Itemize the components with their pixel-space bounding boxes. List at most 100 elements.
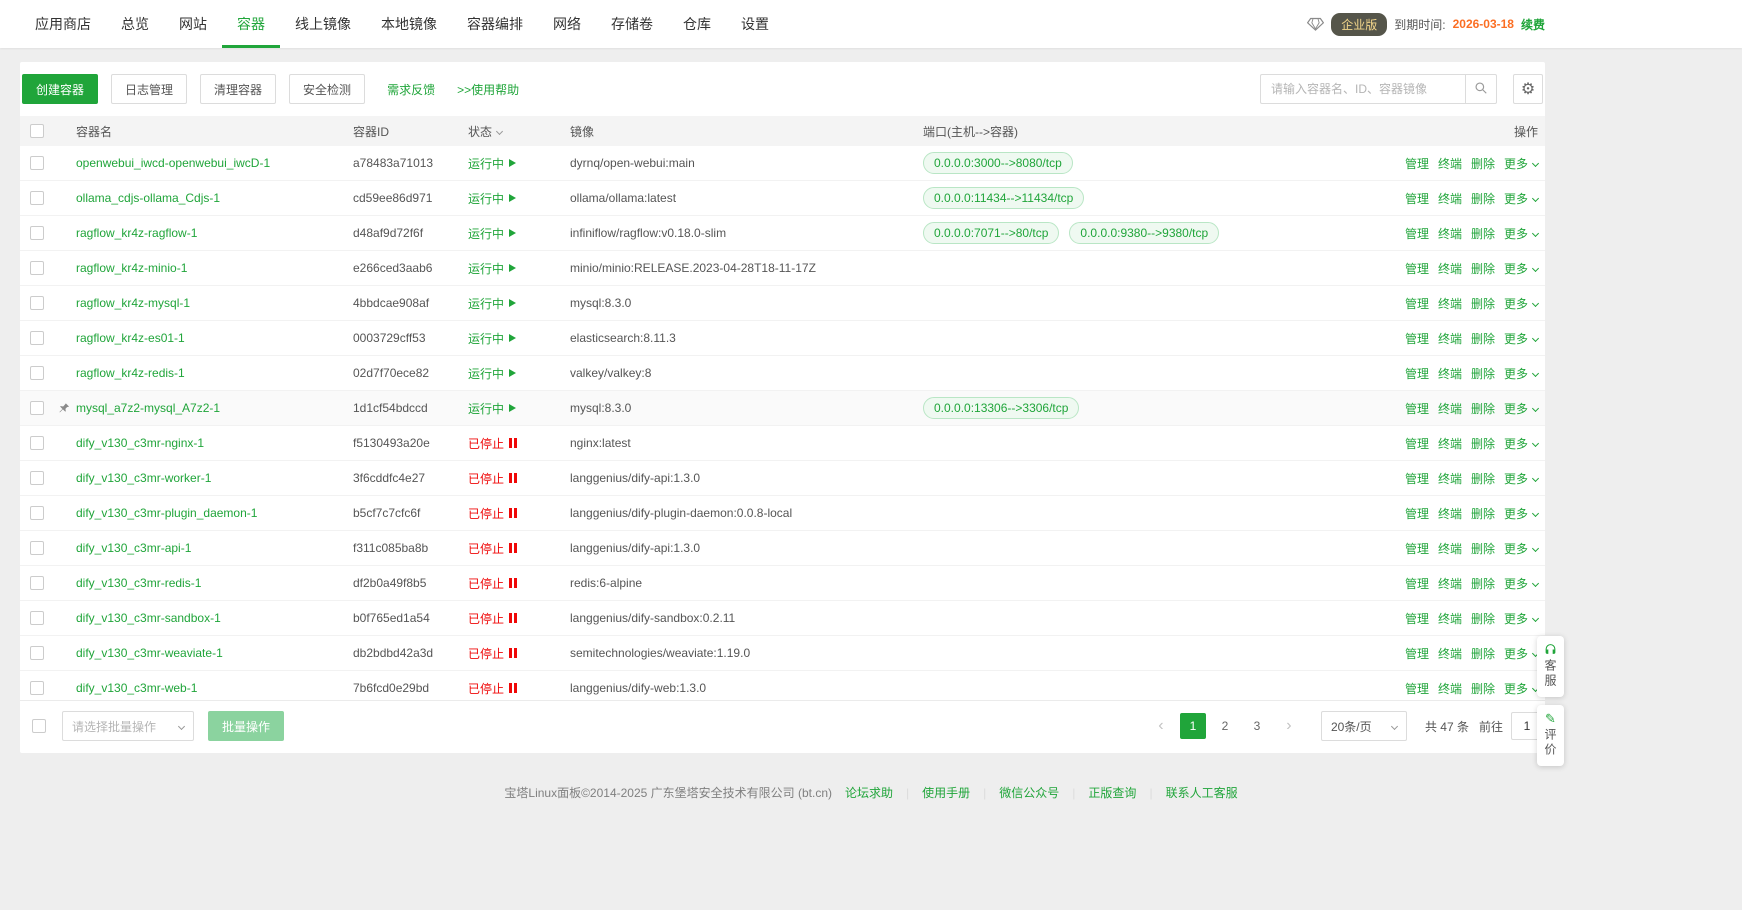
- more-action-link[interactable]: 更多: [1504, 227, 1538, 241]
- more-action-link[interactable]: 更多: [1504, 297, 1538, 311]
- status-badge[interactable]: 已停止: [468, 435, 517, 452]
- log-manage-button[interactable]: 日志管理: [111, 74, 187, 104]
- container-name-link[interactable]: ragflow_kr4z-ragflow-1: [76, 226, 197, 240]
- terminal-action-link[interactable]: 终端: [1438, 507, 1462, 521]
- status-badge[interactable]: 运行中: [468, 190, 516, 207]
- feedback-link[interactable]: 需求反馈: [387, 81, 435, 98]
- manage-action-link[interactable]: 管理: [1405, 332, 1429, 346]
- delete-action-link[interactable]: 删除: [1471, 367, 1495, 381]
- manage-action-link[interactable]: 管理: [1405, 647, 1429, 661]
- status-badge[interactable]: 已停止: [468, 575, 517, 592]
- status-badge[interactable]: 已停止: [468, 505, 517, 522]
- delete-action-link[interactable]: 删除: [1471, 227, 1495, 241]
- more-action-link[interactable]: 更多: [1504, 647, 1538, 661]
- nav-tab[interactable]: 线上镜像: [280, 0, 366, 48]
- delete-action-link[interactable]: 删除: [1471, 542, 1495, 556]
- next-page-button[interactable]: ›: [1276, 713, 1302, 739]
- more-action-link[interactable]: 更多: [1504, 437, 1538, 451]
- manage-action-link[interactable]: 管理: [1405, 437, 1429, 451]
- container-name-link[interactable]: ragflow_kr4z-minio-1: [76, 261, 187, 275]
- terminal-action-link[interactable]: 终端: [1438, 612, 1462, 626]
- more-action-link[interactable]: 更多: [1504, 192, 1538, 206]
- delete-action-link[interactable]: 删除: [1471, 192, 1495, 206]
- container-name-link[interactable]: dify_v130_c3mr-worker-1: [76, 471, 211, 485]
- page-button[interactable]: 1: [1180, 713, 1206, 739]
- status-badge[interactable]: 运行中: [468, 400, 516, 417]
- nav-tab[interactable]: 容器编排: [452, 0, 538, 48]
- help-link[interactable]: >>使用帮助: [457, 81, 519, 98]
- nav-tab[interactable]: 网络: [538, 0, 596, 48]
- nav-tab[interactable]: 本地镜像: [366, 0, 452, 48]
- row-checkbox[interactable]: [30, 681, 44, 695]
- nav-tab[interactable]: 网站: [164, 0, 222, 48]
- manage-action-link[interactable]: 管理: [1405, 192, 1429, 206]
- more-action-link[interactable]: 更多: [1504, 507, 1538, 521]
- customer-service-button[interactable]: 客服: [1537, 636, 1564, 697]
- manage-action-link[interactable]: 管理: [1405, 472, 1429, 486]
- delete-action-link[interactable]: 删除: [1471, 612, 1495, 626]
- terminal-action-link[interactable]: 终端: [1438, 402, 1462, 416]
- more-action-link[interactable]: 更多: [1504, 682, 1538, 696]
- row-checkbox[interactable]: [30, 506, 44, 520]
- manage-action-link[interactable]: 管理: [1405, 612, 1429, 626]
- status-badge[interactable]: 已停止: [468, 610, 517, 627]
- status-badge[interactable]: 已停止: [468, 470, 517, 487]
- footer-link[interactable]: 论坛求助: [845, 784, 893, 801]
- nav-tab[interactable]: 存储卷: [596, 0, 668, 48]
- clean-container-button[interactable]: 清理容器: [200, 74, 276, 104]
- nav-tab[interactable]: 容器: [222, 0, 280, 48]
- delete-action-link[interactable]: 删除: [1471, 437, 1495, 451]
- table-settings-button[interactable]: ⚙: [1513, 74, 1543, 104]
- page-button[interactable]: 2: [1212, 713, 1238, 739]
- container-name-link[interactable]: dify_v130_c3mr-plugin_daemon-1: [76, 506, 257, 520]
- nav-tab[interactable]: 设置: [726, 0, 784, 48]
- delete-action-link[interactable]: 删除: [1471, 157, 1495, 171]
- terminal-action-link[interactable]: 终端: [1438, 192, 1462, 206]
- terminal-action-link[interactable]: 终端: [1438, 682, 1462, 696]
- terminal-action-link[interactable]: 终端: [1438, 227, 1462, 241]
- page-button[interactable]: 3: [1244, 713, 1270, 739]
- more-action-link[interactable]: 更多: [1504, 262, 1538, 276]
- batch-action-button[interactable]: 批量操作: [208, 711, 284, 741]
- manage-action-link[interactable]: 管理: [1405, 402, 1429, 416]
- delete-action-link[interactable]: 删除: [1471, 297, 1495, 311]
- status-badge[interactable]: 运行中: [468, 365, 516, 382]
- batch-action-select[interactable]: 请选择批量操作: [62, 711, 194, 741]
- select-all-checkbox[interactable]: [30, 124, 44, 138]
- container-name-link[interactable]: dify_v130_c3mr-api-1: [76, 541, 191, 555]
- column-header-status-filter[interactable]: 状态: [468, 123, 570, 140]
- nav-tab[interactable]: 应用商店: [20, 0, 106, 48]
- manage-action-link[interactable]: 管理: [1405, 227, 1429, 241]
- manage-action-link[interactable]: 管理: [1405, 682, 1429, 696]
- terminal-action-link[interactable]: 终端: [1438, 262, 1462, 276]
- container-name-link[interactable]: mysql_a7z2-mysql_A7z2-1: [76, 401, 220, 415]
- row-checkbox[interactable]: [30, 366, 44, 380]
- container-name-link[interactable]: ragflow_kr4z-es01-1: [76, 331, 185, 345]
- terminal-action-link[interactable]: 终端: [1438, 542, 1462, 556]
- terminal-action-link[interactable]: 终端: [1438, 332, 1462, 346]
- manage-action-link[interactable]: 管理: [1405, 542, 1429, 556]
- manage-action-link[interactable]: 管理: [1405, 577, 1429, 591]
- nav-tab[interactable]: 仓库: [668, 0, 726, 48]
- review-button[interactable]: ✎ 评价: [1537, 705, 1564, 766]
- delete-action-link[interactable]: 删除: [1471, 402, 1495, 416]
- row-checkbox[interactable]: [30, 611, 44, 625]
- footer-link[interactable]: 微信公众号: [999, 784, 1059, 801]
- delete-action-link[interactable]: 删除: [1471, 507, 1495, 521]
- row-checkbox[interactable]: [30, 646, 44, 660]
- row-checkbox[interactable]: [30, 541, 44, 555]
- footer-link[interactable]: 联系人工客服: [1166, 784, 1238, 801]
- delete-action-link[interactable]: 删除: [1471, 332, 1495, 346]
- status-badge[interactable]: 运行中: [468, 225, 516, 242]
- terminal-action-link[interactable]: 终端: [1438, 157, 1462, 171]
- row-checkbox[interactable]: [30, 296, 44, 310]
- container-name-link[interactable]: ragflow_kr4z-mysql-1: [76, 296, 190, 310]
- row-checkbox[interactable]: [30, 191, 44, 205]
- renew-link[interactable]: 续费: [1521, 16, 1545, 33]
- row-checkbox[interactable]: [30, 401, 44, 415]
- row-checkbox[interactable]: [30, 576, 44, 590]
- more-action-link[interactable]: 更多: [1504, 332, 1538, 346]
- row-checkbox[interactable]: [30, 331, 44, 345]
- status-badge[interactable]: 已停止: [468, 645, 517, 662]
- container-name-link[interactable]: dify_v130_c3mr-weaviate-1: [76, 646, 223, 660]
